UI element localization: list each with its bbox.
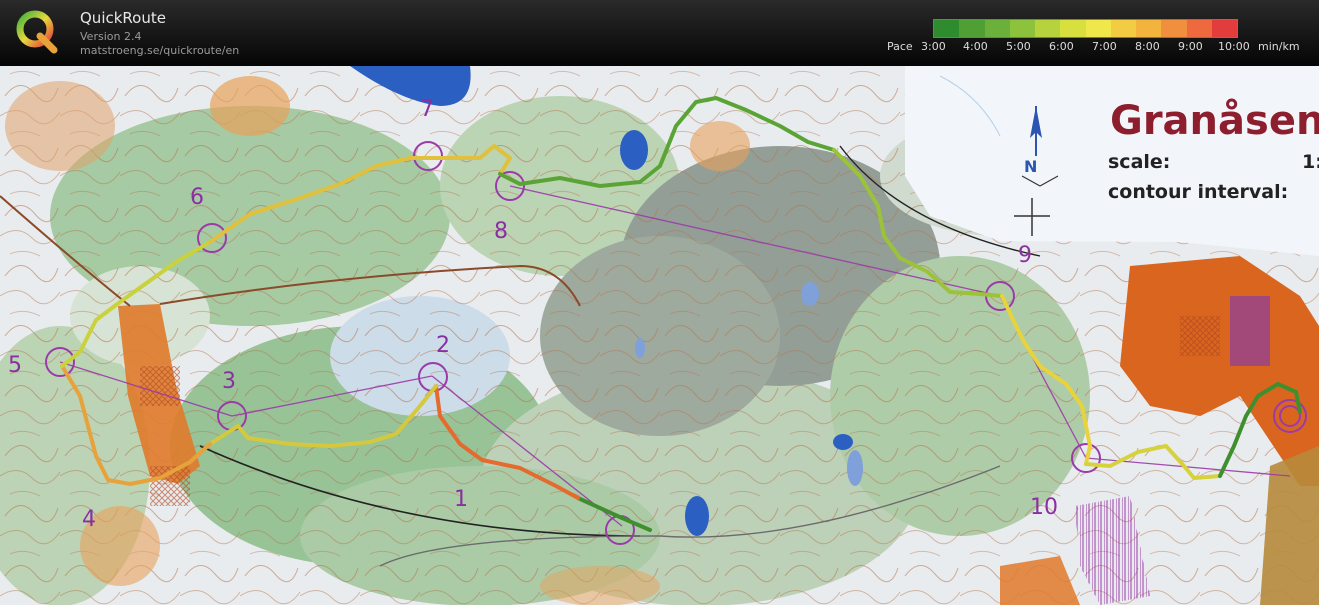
pace-tick: 4:00 <box>963 40 988 53</box>
control-number: 10 <box>1030 495 1058 520</box>
control-number: 3 <box>222 369 236 394</box>
pace-tick: 3:00 <box>921 40 946 53</box>
map-contour-label: contour interval: <box>1108 181 1288 203</box>
orienteering-map[interactable]: Granåsen scale: 1: contour interval: N <box>0 66 1319 605</box>
north-label: N <box>1024 157 1037 176</box>
pace-tick: 9:00 <box>1178 40 1203 53</box>
app-url-link[interactable]: matstroeng.se/quickroute/en <box>80 44 239 57</box>
pace-label: Pace <box>887 40 913 53</box>
pace-color-segment <box>1186 20 1212 37</box>
control-number: 4 <box>82 507 96 532</box>
map-scale-label: scale: <box>1108 151 1170 173</box>
control-number: 2 <box>436 333 450 358</box>
pace-color-segment <box>1211 20 1237 37</box>
pace-color-segment <box>984 20 1010 37</box>
control-number: 7 <box>420 97 434 122</box>
map-title: Granåsen <box>1110 97 1319 144</box>
quickroute-logo-icon <box>16 10 58 54</box>
pace-color-segment <box>1009 20 1035 37</box>
control-number: 9 <box>1018 243 1032 268</box>
pace-color-segment <box>1060 20 1086 37</box>
pace-unit: min/km <box>1258 40 1300 53</box>
pace-tick: 8:00 <box>1135 40 1160 53</box>
pace-tick: 7:00 <box>1092 40 1117 53</box>
app-title: QuickRoute <box>80 9 166 27</box>
map-canvas[interactable]: Granåsen scale: 1: contour interval: N <box>0 66 1319 605</box>
control-number: 6 <box>190 185 204 210</box>
pace-color-segment <box>1110 20 1136 37</box>
pace-tick: 5:00 <box>1006 40 1031 53</box>
pace-color-segment <box>1035 20 1061 37</box>
pace-color-segment <box>1085 20 1111 37</box>
control-number: 1 <box>454 487 468 512</box>
app-version: Version 2.4 <box>80 30 142 43</box>
pace-color-scale <box>933 19 1238 38</box>
pace-color-segment <box>1161 20 1187 37</box>
map-scale-value: 1: <box>1302 151 1319 173</box>
pace-color-segment <box>959 20 985 37</box>
pace-color-segment <box>934 20 960 37</box>
app-header: QuickRoute Version 2.4 matstroeng.se/qui… <box>0 0 1319 66</box>
control-number: 5 <box>8 353 22 378</box>
pace-tick: 10:00 <box>1218 40 1250 53</box>
pace-color-segment <box>1136 20 1162 37</box>
pace-legend-labels: Pace 3:00 4:00 5:00 6:00 7:00 8:00 9:00 … <box>887 40 1307 54</box>
control-number: 8 <box>494 219 508 244</box>
pace-tick: 6:00 <box>1049 40 1074 53</box>
